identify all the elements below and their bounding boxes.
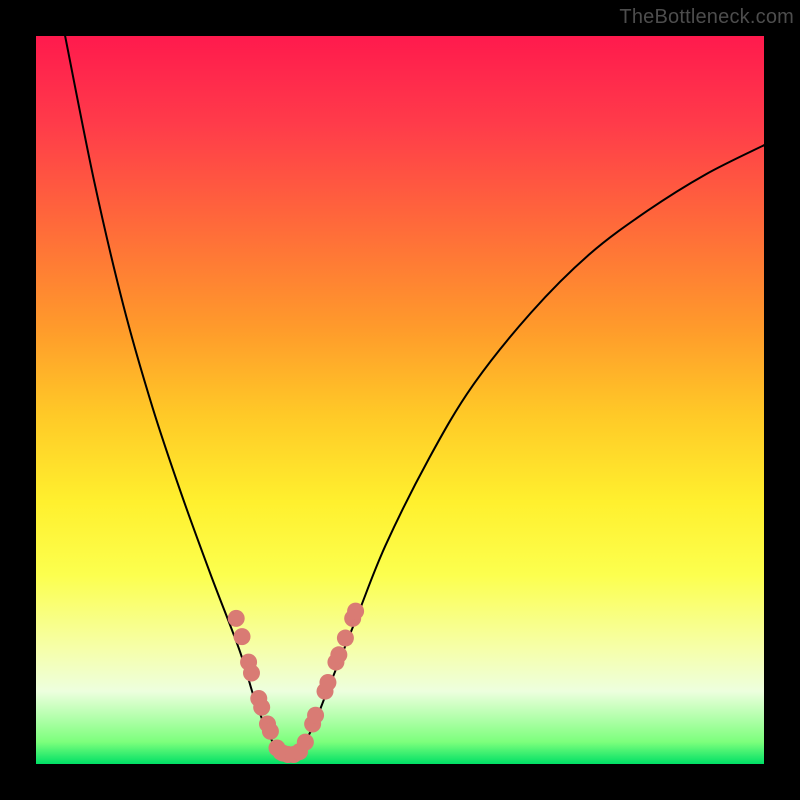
marker-dot <box>347 603 364 620</box>
chart-svg <box>36 36 764 764</box>
marker-dot <box>319 674 336 691</box>
marker-dot <box>307 707 324 724</box>
attribution-text: TheBottleneck.com <box>619 6 794 29</box>
series-left-descent <box>65 36 280 753</box>
marker-dot <box>297 734 314 751</box>
marker-dot <box>262 723 279 740</box>
marker-dot <box>234 628 251 645</box>
marker-dot <box>253 699 270 716</box>
marker-dot <box>243 665 260 682</box>
marker-dot <box>337 630 354 647</box>
marker-dot <box>228 610 245 627</box>
series-right-ascent <box>298 145 764 753</box>
marker-layer <box>228 603 364 763</box>
marker-dot <box>330 646 347 663</box>
plot-area <box>36 36 764 764</box>
curve-layer <box>65 36 764 756</box>
